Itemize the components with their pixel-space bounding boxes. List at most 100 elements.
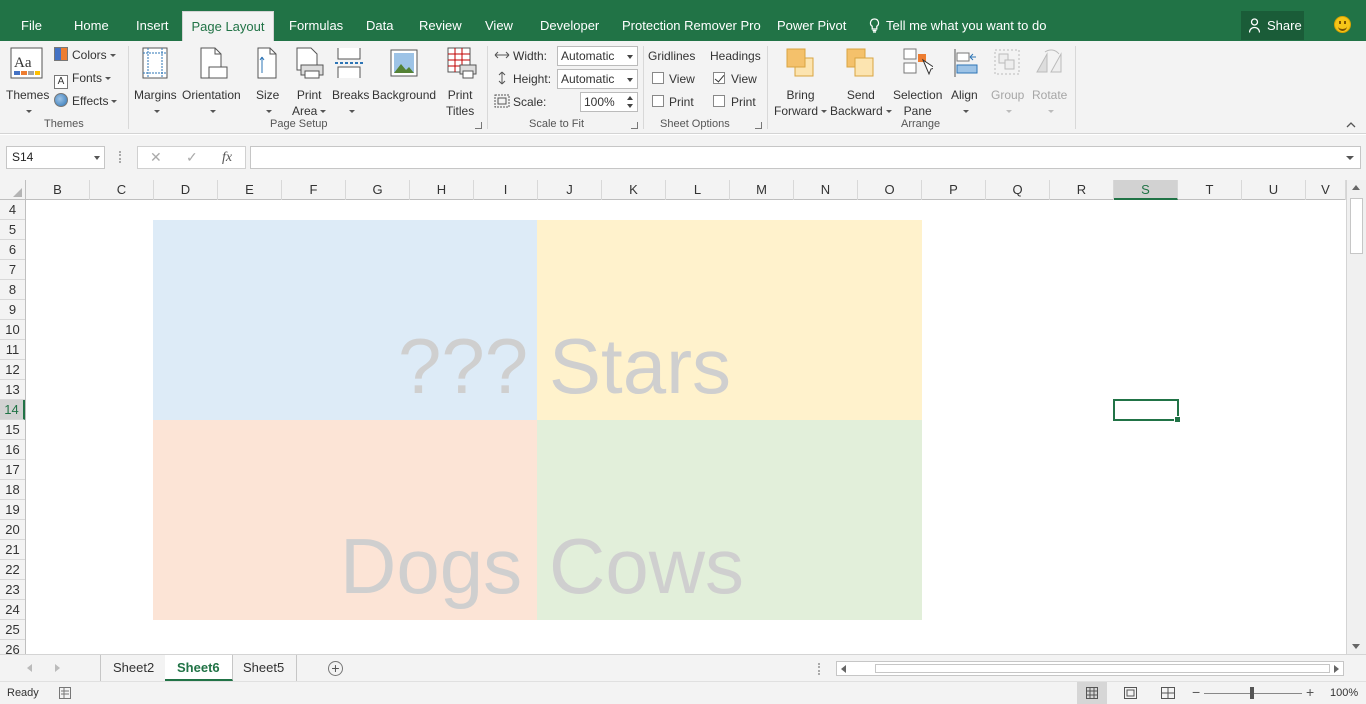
align-button[interactable]: Align bbox=[951, 87, 978, 119]
spin-up-icon[interactable] bbox=[627, 96, 633, 100]
column-header-l[interactable]: L bbox=[666, 180, 730, 200]
sheet-tab-sheet6[interactable]: Sheet6 bbox=[165, 655, 233, 681]
column-header-e[interactable]: E bbox=[218, 180, 282, 200]
column-header-s[interactable]: S bbox=[1114, 180, 1178, 200]
column-header-j[interactable]: J bbox=[538, 180, 602, 200]
row-header-13[interactable]: 13 bbox=[0, 380, 25, 400]
row-header-4[interactable]: 4 bbox=[0, 200, 25, 220]
horizontal-scrollbar[interactable] bbox=[836, 661, 1344, 676]
tab-page-layout[interactable]: Page Layout bbox=[182, 11, 274, 41]
row-header-11[interactable]: 11 bbox=[0, 340, 25, 360]
scale-launcher-icon[interactable] bbox=[631, 122, 638, 129]
column-header-h[interactable]: H bbox=[410, 180, 474, 200]
orientation-button[interactable]: Orientation bbox=[182, 87, 241, 119]
sheet-tab-sheet2[interactable]: Sheet2 bbox=[101, 655, 168, 681]
column-header-d[interactable]: D bbox=[154, 180, 218, 200]
row-header-22[interactable]: 22 bbox=[0, 560, 25, 580]
formula-bar-splitter-icon[interactable] bbox=[119, 151, 121, 163]
zoom-slider-thumb[interactable] bbox=[1250, 687, 1254, 699]
insert-function-icon[interactable]: fx bbox=[222, 150, 232, 166]
row-header-24[interactable]: 24 bbox=[0, 600, 25, 620]
print-titles-button[interactable]: Print Titles bbox=[446, 87, 474, 119]
vertical-scrollbar[interactable] bbox=[1346, 180, 1366, 654]
row-header-21[interactable]: 21 bbox=[0, 540, 25, 560]
column-header-f[interactable]: F bbox=[282, 180, 346, 200]
row-header-6[interactable]: 6 bbox=[0, 240, 25, 260]
fonts-button[interactable]: A Fonts bbox=[54, 70, 112, 89]
tab-developer[interactable]: Developer bbox=[540, 0, 599, 41]
column-header-g[interactable]: G bbox=[346, 180, 410, 200]
row-header-18[interactable]: 18 bbox=[0, 480, 25, 500]
active-cell-selection[interactable] bbox=[1113, 399, 1181, 423]
tab-home[interactable]: Home bbox=[74, 0, 109, 41]
name-box[interactable]: S14 bbox=[6, 146, 105, 169]
row-header-14[interactable]: 14 bbox=[0, 400, 25, 420]
scroll-sheets-left-icon[interactable] bbox=[27, 664, 32, 672]
tab-formulas[interactable]: Formulas bbox=[289, 0, 343, 41]
group-button[interactable]: Group bbox=[991, 87, 1024, 119]
zoom-in-icon[interactable]: + bbox=[1306, 684, 1314, 700]
column-header-p[interactable]: P bbox=[922, 180, 986, 200]
row-header-8[interactable]: 8 bbox=[0, 280, 25, 300]
scroll-left-icon[interactable] bbox=[841, 665, 846, 673]
send-backward-button[interactable]: Send Backward bbox=[830, 87, 892, 119]
themes-button[interactable]: Themes bbox=[6, 87, 49, 119]
page-layout-view-icon[interactable] bbox=[1124, 687, 1137, 699]
tab-file[interactable]: File bbox=[21, 0, 42, 41]
bring-forward-button[interactable]: Bring Forward bbox=[774, 87, 828, 119]
row-header-16[interactable]: 16 bbox=[0, 440, 25, 460]
background-button[interactable]: Background bbox=[372, 87, 436, 103]
zoom-out-icon[interactable]: − bbox=[1192, 684, 1200, 700]
vertical-scroll-thumb[interactable] bbox=[1350, 198, 1363, 254]
select-all-button[interactable] bbox=[0, 180, 26, 200]
enter-icon[interactable]: ✓ bbox=[186, 149, 198, 166]
row-header-23[interactable]: 23 bbox=[0, 580, 25, 600]
gridlines-view-checkbox[interactable] bbox=[652, 72, 664, 84]
tell-me-search[interactable]: Tell me what you want to do bbox=[869, 0, 1046, 41]
column-header-b[interactable]: B bbox=[26, 180, 90, 200]
zoom-level[interactable]: 100% bbox=[1330, 687, 1358, 699]
column-header-r[interactable]: R bbox=[1050, 180, 1114, 200]
tab-power-pivot[interactable]: Power Pivot bbox=[777, 0, 846, 41]
page-setup-launcher-icon[interactable] bbox=[475, 122, 482, 129]
new-sheet-button[interactable]: + bbox=[328, 661, 343, 676]
breaks-button[interactable]: Breaks bbox=[332, 87, 369, 119]
column-header-c[interactable]: C bbox=[90, 180, 154, 200]
tab-view[interactable]: View bbox=[485, 0, 513, 41]
sheet-options-launcher-icon[interactable] bbox=[755, 122, 762, 129]
tab-insert[interactable]: Insert bbox=[136, 0, 169, 41]
row-header-15[interactable]: 15 bbox=[0, 420, 25, 440]
share-button[interactable]: Share bbox=[1241, 11, 1304, 40]
tab-splitter-icon[interactable] bbox=[818, 663, 820, 675]
size-button[interactable]: Size bbox=[256, 87, 279, 119]
headings-print-checkbox[interactable] bbox=[713, 95, 725, 107]
spin-down-icon[interactable] bbox=[627, 104, 633, 108]
row-header-19[interactable]: 19 bbox=[0, 500, 25, 520]
column-header-q[interactable]: Q bbox=[986, 180, 1050, 200]
tab-review[interactable]: Review bbox=[419, 0, 462, 41]
gridlines-print-checkbox[interactable] bbox=[652, 95, 664, 107]
column-header-v[interactable]: V bbox=[1306, 180, 1346, 200]
column-header-m[interactable]: M bbox=[730, 180, 794, 200]
headings-view-checkbox[interactable] bbox=[713, 72, 725, 84]
margins-button[interactable]: Margins bbox=[134, 87, 177, 119]
cancel-icon[interactable]: ✕ bbox=[150, 149, 162, 166]
width-dropdown[interactable]: Automatic bbox=[557, 46, 638, 66]
column-header-i[interactable]: I bbox=[474, 180, 538, 200]
scale-spinner[interactable]: 100% bbox=[580, 92, 638, 112]
row-header-26[interactable]: 26 bbox=[0, 640, 25, 654]
row-header-17[interactable]: 17 bbox=[0, 460, 25, 480]
scroll-sheets-right-icon[interactable] bbox=[55, 664, 60, 672]
expand-formula-bar-icon[interactable] bbox=[1346, 156, 1354, 160]
row-header-9[interactable]: 9 bbox=[0, 300, 25, 320]
row-header-5[interactable]: 5 bbox=[0, 220, 25, 240]
rotate-button[interactable]: Rotate bbox=[1032, 87, 1067, 119]
colors-button[interactable]: Colors bbox=[54, 47, 116, 63]
column-header-t[interactable]: T bbox=[1178, 180, 1242, 200]
scroll-down-icon[interactable] bbox=[1352, 644, 1360, 649]
page-break-preview-icon[interactable] bbox=[1161, 687, 1175, 699]
column-header-k[interactable]: K bbox=[602, 180, 666, 200]
height-dropdown[interactable]: Automatic bbox=[557, 69, 638, 89]
row-header-12[interactable]: 12 bbox=[0, 360, 25, 380]
sheet-tab-sheet5[interactable]: Sheet5 bbox=[231, 655, 298, 681]
